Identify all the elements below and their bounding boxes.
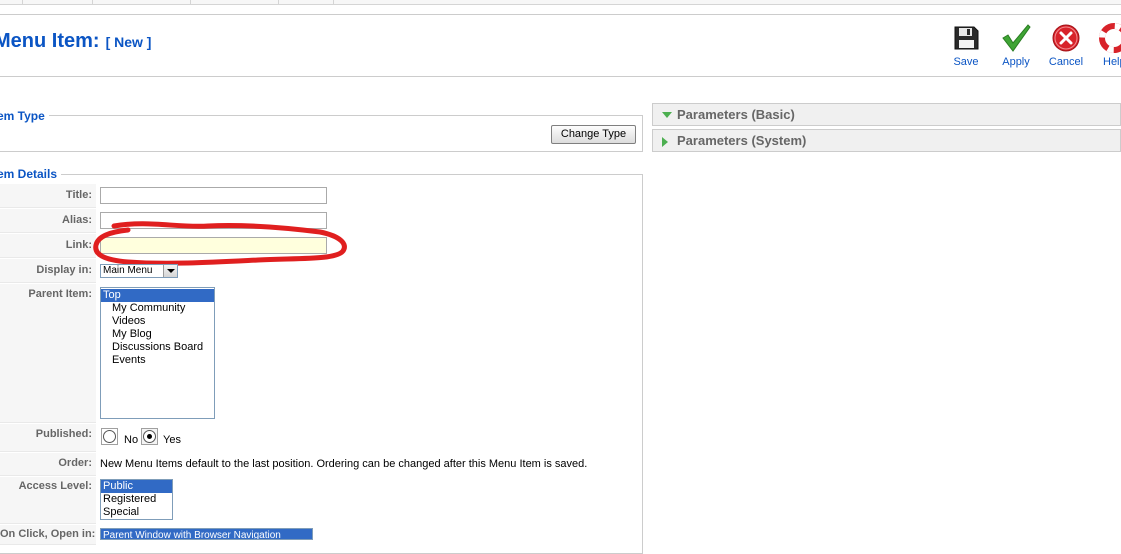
display-in-label: Display in: [36,264,92,276]
parameters-basic-toggle[interactable]: Parameters (Basic) [652,103,1121,126]
order-label: Order: [58,457,92,469]
parent-item-key-cell [0,284,96,423]
menu-item-type-fieldset [0,115,643,152]
menu-item-details-legend: Menu Item Details [0,167,62,181]
triangle-down-icon [662,112,672,118]
published-yes-label: Yes [163,434,181,446]
menu-item-type-legend: Menu Item Type [0,109,49,123]
list-item[interactable]: My Community [101,302,214,315]
page-title-text: Menu Item: [0,30,100,52]
published-yes-radio[interactable] [143,430,156,443]
onclick-open-in-list[interactable]: Parent Window with Browser Navigation [100,528,313,540]
triangle-right-icon [662,137,668,147]
list-item[interactable]: Parent Window with Browser Navigation [101,529,312,539]
header-divider-bottom [0,76,1121,77]
cancel-icon [1052,24,1080,52]
list-item[interactable]: Videos [101,315,214,328]
save-button[interactable]: Save [942,22,990,70]
display-in-value: Main Menu [103,265,153,276]
list-item[interactable]: Top [101,289,214,302]
title-input[interactable] [100,187,327,204]
parent-item-list[interactable]: Top My Community Videos My Blog Discussi… [100,287,215,419]
published-no-radio[interactable] [103,430,116,443]
published-no-label: No [124,434,139,446]
parameters-system-toggle[interactable]: Parameters (System) [652,129,1121,152]
list-item[interactable]: Public [101,480,172,493]
title-label: Title: [65,189,92,201]
top-tab-strip [0,0,1121,5]
floppy-disk-icon [954,26,979,50]
access-level-list[interactable]: Public Registered Special [100,479,173,520]
cancel-label: Cancel [1048,56,1084,68]
parameters-basic-label: Parameters (Basic) [677,107,795,122]
chevron-down-icon[interactable] [163,265,177,277]
apply-button[interactable]: Apply [992,22,1040,70]
radio-selected-dot [147,434,152,439]
page-title: Menu Item: [ New ] [0,30,151,53]
order-description: New Menu Items default to the last posit… [100,458,588,470]
alias-label: Alias: [62,214,92,226]
help-label: Help [1103,56,1121,68]
cancel-button[interactable]: Cancel [1042,22,1090,70]
list-item[interactable]: My Blog [101,328,214,341]
header-divider-top [0,14,1121,15]
help-button[interactable]: Help [1092,22,1121,70]
page-title-state: [ New ] [105,34,152,50]
save-label: Save [953,56,979,68]
parent-item-label: Parent Item: [28,288,92,300]
red-circle-annotation [93,221,347,266]
help-lifebuoy-icon [1099,23,1121,53]
onclick-label: On Click, Open in: [0,528,96,540]
access-level-label: Access Level: [18,480,92,492]
list-item[interactable]: Registered [101,493,172,506]
list-item[interactable]: Discussions Board [101,341,214,354]
list-item[interactable]: Events [101,354,214,367]
published-label: Published: [35,428,92,440]
parameters-system-label: Parameters (System) [677,133,807,148]
change-type-button[interactable]: Change Type [551,125,636,144]
display-in-select[interactable]: Main Menu [100,264,178,278]
list-item[interactable]: Special [101,506,172,519]
apply-label: Apply [1002,56,1030,68]
check-icon [1002,24,1031,52]
link-label: Link: [65,239,92,251]
